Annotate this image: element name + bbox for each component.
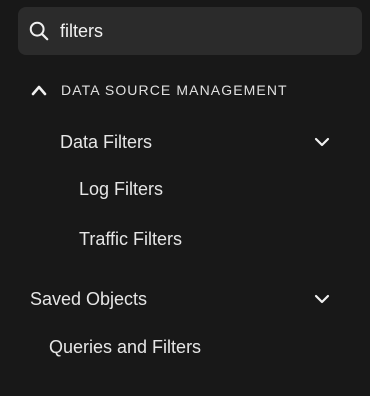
nav-item-label: Data Filters xyxy=(60,132,153,152)
nav-item-data-filters[interactable]: Data Filters xyxy=(0,126,370,158)
nav-item-log-filters[interactable]: Log Filters xyxy=(0,173,370,205)
nav-item-label: Traffic Filters xyxy=(79,229,183,249)
search-box[interactable] xyxy=(18,7,362,55)
nav-item-label: Log Filters xyxy=(79,179,164,199)
chevron-down-icon[interactable] xyxy=(313,292,331,306)
chevron-down-icon[interactable] xyxy=(313,135,331,149)
nav-item-queries-and-filters[interactable]: Queries and Filters xyxy=(0,331,370,363)
section-title: DATA SOURCE MANAGEMENT xyxy=(61,82,288,98)
nav-item-label: Queries and Filters xyxy=(49,337,202,357)
search-icon xyxy=(29,21,49,41)
chevron-up-icon xyxy=(31,85,47,96)
nav-item-label: Saved Objects xyxy=(30,289,148,309)
section-header-data-source-management[interactable]: DATA SOURCE MANAGEMENT xyxy=(0,74,370,106)
nav-item-traffic-filters[interactable]: Traffic Filters xyxy=(0,223,370,255)
search-input[interactable] xyxy=(60,7,350,55)
nav-item-saved-objects[interactable]: Saved Objects xyxy=(0,283,370,315)
